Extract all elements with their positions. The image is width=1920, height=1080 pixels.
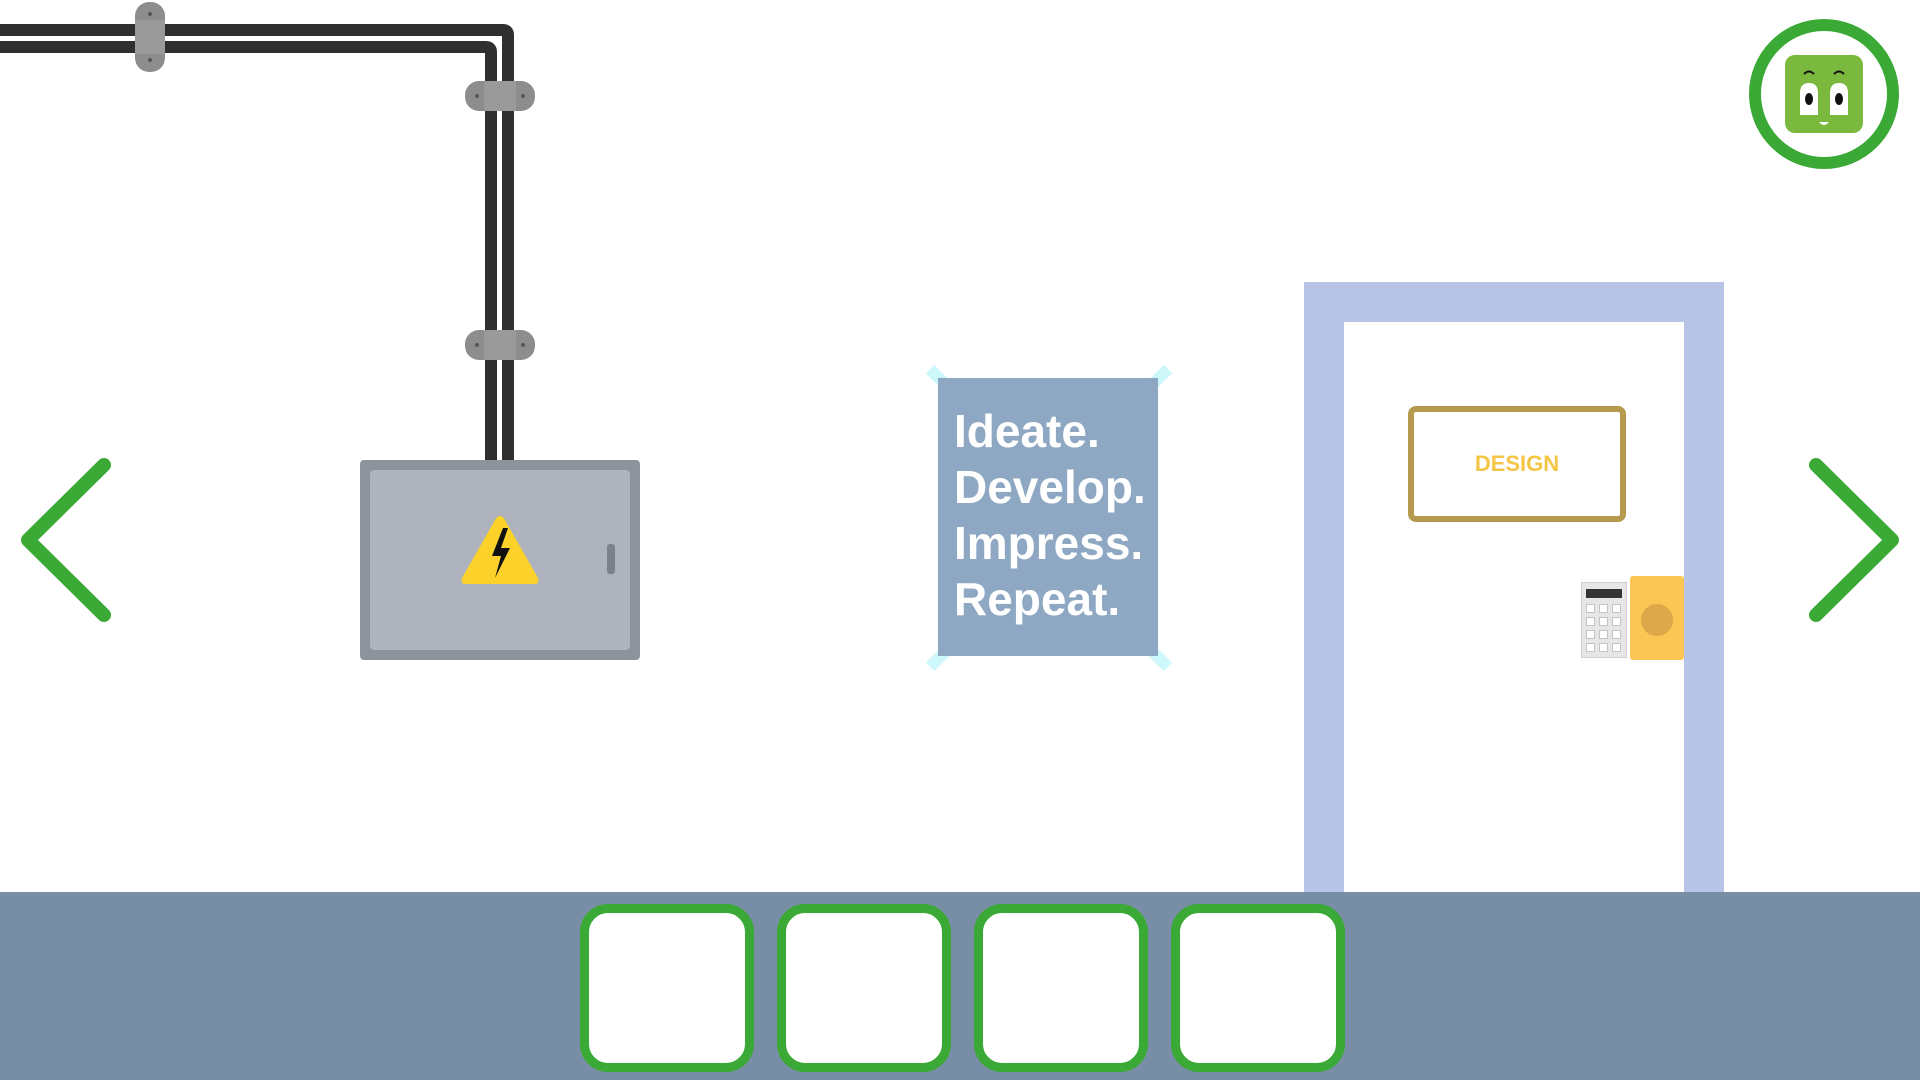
keypad-key[interactable] (1612, 643, 1621, 652)
pipe-clamp (465, 81, 535, 111)
keypad-key[interactable] (1612, 617, 1621, 626)
keypad-display (1586, 589, 1622, 598)
poster-line: Impress. (954, 517, 1144, 569)
room-scene: Ideate. Develop. Impress. Repeat. DESIGN (0, 0, 1920, 892)
door-lock-plate[interactable] (1630, 576, 1684, 660)
inventory-slot[interactable] (777, 904, 951, 1072)
inventory-slot[interactable] (974, 904, 1148, 1072)
keypad-key[interactable] (1586, 617, 1595, 626)
door-keypad[interactable] (1581, 582, 1627, 658)
poster-line: Develop. (954, 461, 1146, 513)
pipe-clamp (135, 2, 165, 72)
electrical-box[interactable] (360, 460, 640, 660)
character-menu-button[interactable] (1749, 19, 1899, 169)
poster-line: Repeat. (954, 573, 1121, 625)
door-sign: DESIGN (1408, 406, 1626, 522)
keypad-key[interactable] (1586, 630, 1595, 639)
chevron-right-icon[interactable] (1806, 455, 1906, 625)
box-latch (607, 544, 615, 574)
high-voltage-icon (461, 516, 539, 584)
keypad-key[interactable] (1599, 643, 1608, 652)
door-knob[interactable] (1641, 604, 1673, 636)
inventory-slot[interactable] (580, 904, 754, 1072)
keypad-key[interactable] (1599, 617, 1608, 626)
keypad-key[interactable] (1612, 604, 1621, 613)
inventory-bar (0, 892, 1920, 1080)
pipe-clamp (465, 330, 535, 360)
chevron-left-icon[interactable] (14, 455, 114, 625)
keypad-key[interactable] (1586, 604, 1595, 613)
cable-pipes (0, 2, 535, 460)
poster-line: Ideate. (954, 405, 1100, 457)
keypad-key[interactable] (1599, 630, 1608, 639)
motivational-poster[interactable]: Ideate. Develop. Impress. Repeat. (938, 378, 1158, 656)
keypad-key[interactable] (1612, 630, 1621, 639)
inventory-slot[interactable] (1171, 904, 1345, 1072)
character-avatar-icon (1785, 55, 1863, 133)
door-sign-label: DESIGN (1474, 451, 1560, 476)
keypad-key[interactable] (1599, 604, 1608, 613)
keypad-key[interactable] (1586, 643, 1595, 652)
